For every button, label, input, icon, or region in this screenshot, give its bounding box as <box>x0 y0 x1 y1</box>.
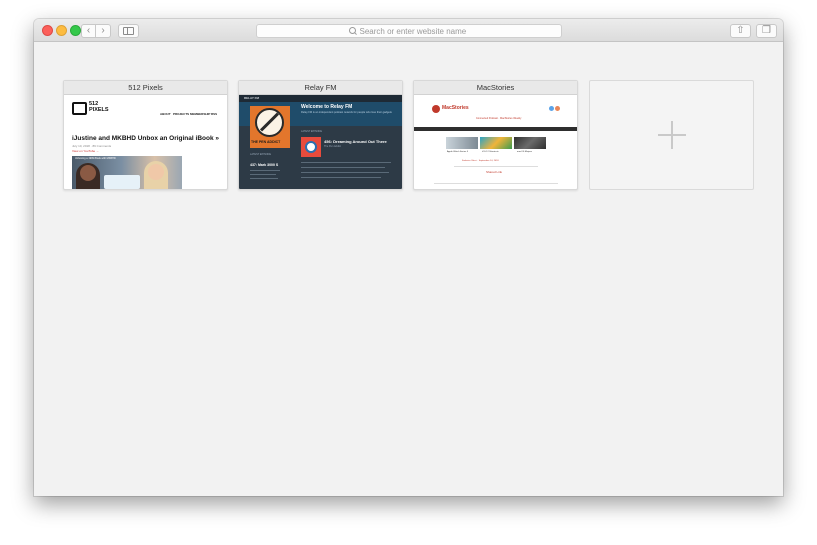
share-button[interactable]: ⇧ <box>730 24 751 38</box>
promo-banner: Connected Podcast · MacStories Weekly <box>476 117 522 120</box>
rss-icon <box>555 106 560 111</box>
hero-subtitle: Relay FM is an independent podcast netwo… <box>301 111 392 114</box>
safari-window: ‹ › ⇧ ❐ 512 Pixels 512 PIXELS ABOUT PROJ <box>34 19 783 496</box>
toolbar: ‹ › ⇧ ❐ <box>34 19 783 42</box>
text-line <box>301 162 391 163</box>
video-caption: Unboxing a 1999 iBook with MKBHD <box>75 157 116 160</box>
plus-icon <box>671 121 673 149</box>
section-label: LATEST EPISODE <box>250 153 272 156</box>
text-line <box>250 170 280 171</box>
tabs-icon: ❐ <box>762 25 771 36</box>
sidebar-icon <box>123 27 134 35</box>
article-image <box>446 137 478 149</box>
episode-title: 437: Mark 3000 S <box>250 163 279 167</box>
article-caption: Apple Watch Series 4 <box>447 151 468 153</box>
hero-title: Welcome to Relay FM <box>301 104 353 110</box>
text-line <box>301 167 385 168</box>
favorite-title: 512 Pixels <box>64 81 227 95</box>
favorites-grid: 512 Pixels 512 PIXELS ABOUT PROJECTS MEM… <box>34 42 783 496</box>
show-tabs-button[interactable]: ❐ <box>756 24 777 38</box>
divider <box>434 183 558 184</box>
article-image <box>480 137 512 149</box>
favorite-title: MacStories <box>414 81 577 95</box>
article-image <box>514 137 546 149</box>
article-author: Shared Link <box>486 170 503 174</box>
back-button[interactable]: ‹ <box>81 24 96 38</box>
search-icon <box>348 27 357 35</box>
minimize-window-button[interactable] <box>56 25 67 36</box>
nav-item: PROJECTS <box>173 112 190 116</box>
favorite-thumbnail: MacStories Connected Podcast · MacStorie… <box>414 95 577 189</box>
site-logo-text: MacStories <box>442 105 469 111</box>
favorite-tile-relay-fm[interactable]: Relay FM RELAY FM THE PEN ADDICT Welcome… <box>238 80 403 190</box>
favorite-title: Relay FM <box>239 81 402 95</box>
favorite-thumbnail: RELAY FM THE PEN ADDICT Welcome to Relay… <box>239 95 402 189</box>
nav-item: ABOUT <box>160 112 171 116</box>
article-link: View on YouTube → <box>72 149 100 153</box>
address-bar[interactable] <box>256 24 562 38</box>
article-caption: iOS 12 Shortcuts <box>482 151 499 153</box>
article-credit: Federico Viticci · September 14, 2018 <box>462 160 499 162</box>
zoom-window-button[interactable] <box>70 25 81 36</box>
article-caption: macOS Mojave <box>517 151 532 153</box>
video-person <box>148 164 164 180</box>
divider <box>454 166 538 167</box>
episode-title: 456: Dreaming Around Out There <box>324 139 387 144</box>
add-favorite-tile[interactable] <box>589 80 754 190</box>
text-line <box>301 172 389 173</box>
section-label: LATEST EPISODE <box>301 130 323 133</box>
site-nav <box>239 95 402 102</box>
logo-icon <box>432 105 440 113</box>
favorite-tile-512-pixels[interactable]: 512 Pixels 512 PIXELS ABOUT PROJECTS MEM… <box>63 80 228 190</box>
video-person <box>80 165 96 181</box>
artwork-caption: THE PEN ADDICT <box>251 140 281 144</box>
video-laptop <box>104 175 140 189</box>
article-meta: July 10, 2018 · 89 Comments <box>72 144 112 148</box>
chevron-left-icon: ‹ <box>86 25 91 36</box>
favorite-tile-macstories[interactable]: MacStories MacStories Connected Podcast … <box>413 80 578 190</box>
logo-icon <box>72 102 87 115</box>
close-window-button[interactable] <box>42 25 53 36</box>
twitter-icon <box>549 106 554 111</box>
sidebar-button[interactable] <box>118 24 139 38</box>
text-line <box>250 178 278 179</box>
text-line <box>250 174 276 175</box>
favorite-thumbnail: 512 PIXELS ABOUT PROJECTS MEMBERSHIP RSS… <box>64 95 227 189</box>
nav-item: RSS <box>211 112 218 116</box>
nav-item: MEMBERSHIP <box>190 112 211 116</box>
search-input[interactable] <box>359 26 470 36</box>
share-icon: ⇧ <box>736 25 745 36</box>
forward-button[interactable]: › <box>96 24 111 38</box>
site-logo-text: 512 PIXELS <box>89 101 109 113</box>
site-logo-text: RELAY FM <box>244 96 260 100</box>
site-nav <box>414 127 577 131</box>
target-icon <box>305 141 317 153</box>
article-headline: iJustine and MKBHD Unbox an Original iBo… <box>72 135 219 142</box>
episode-subtitle: The Pen Addict <box>324 145 341 148</box>
chevron-right-icon: › <box>101 25 105 36</box>
text-line <box>301 177 381 178</box>
